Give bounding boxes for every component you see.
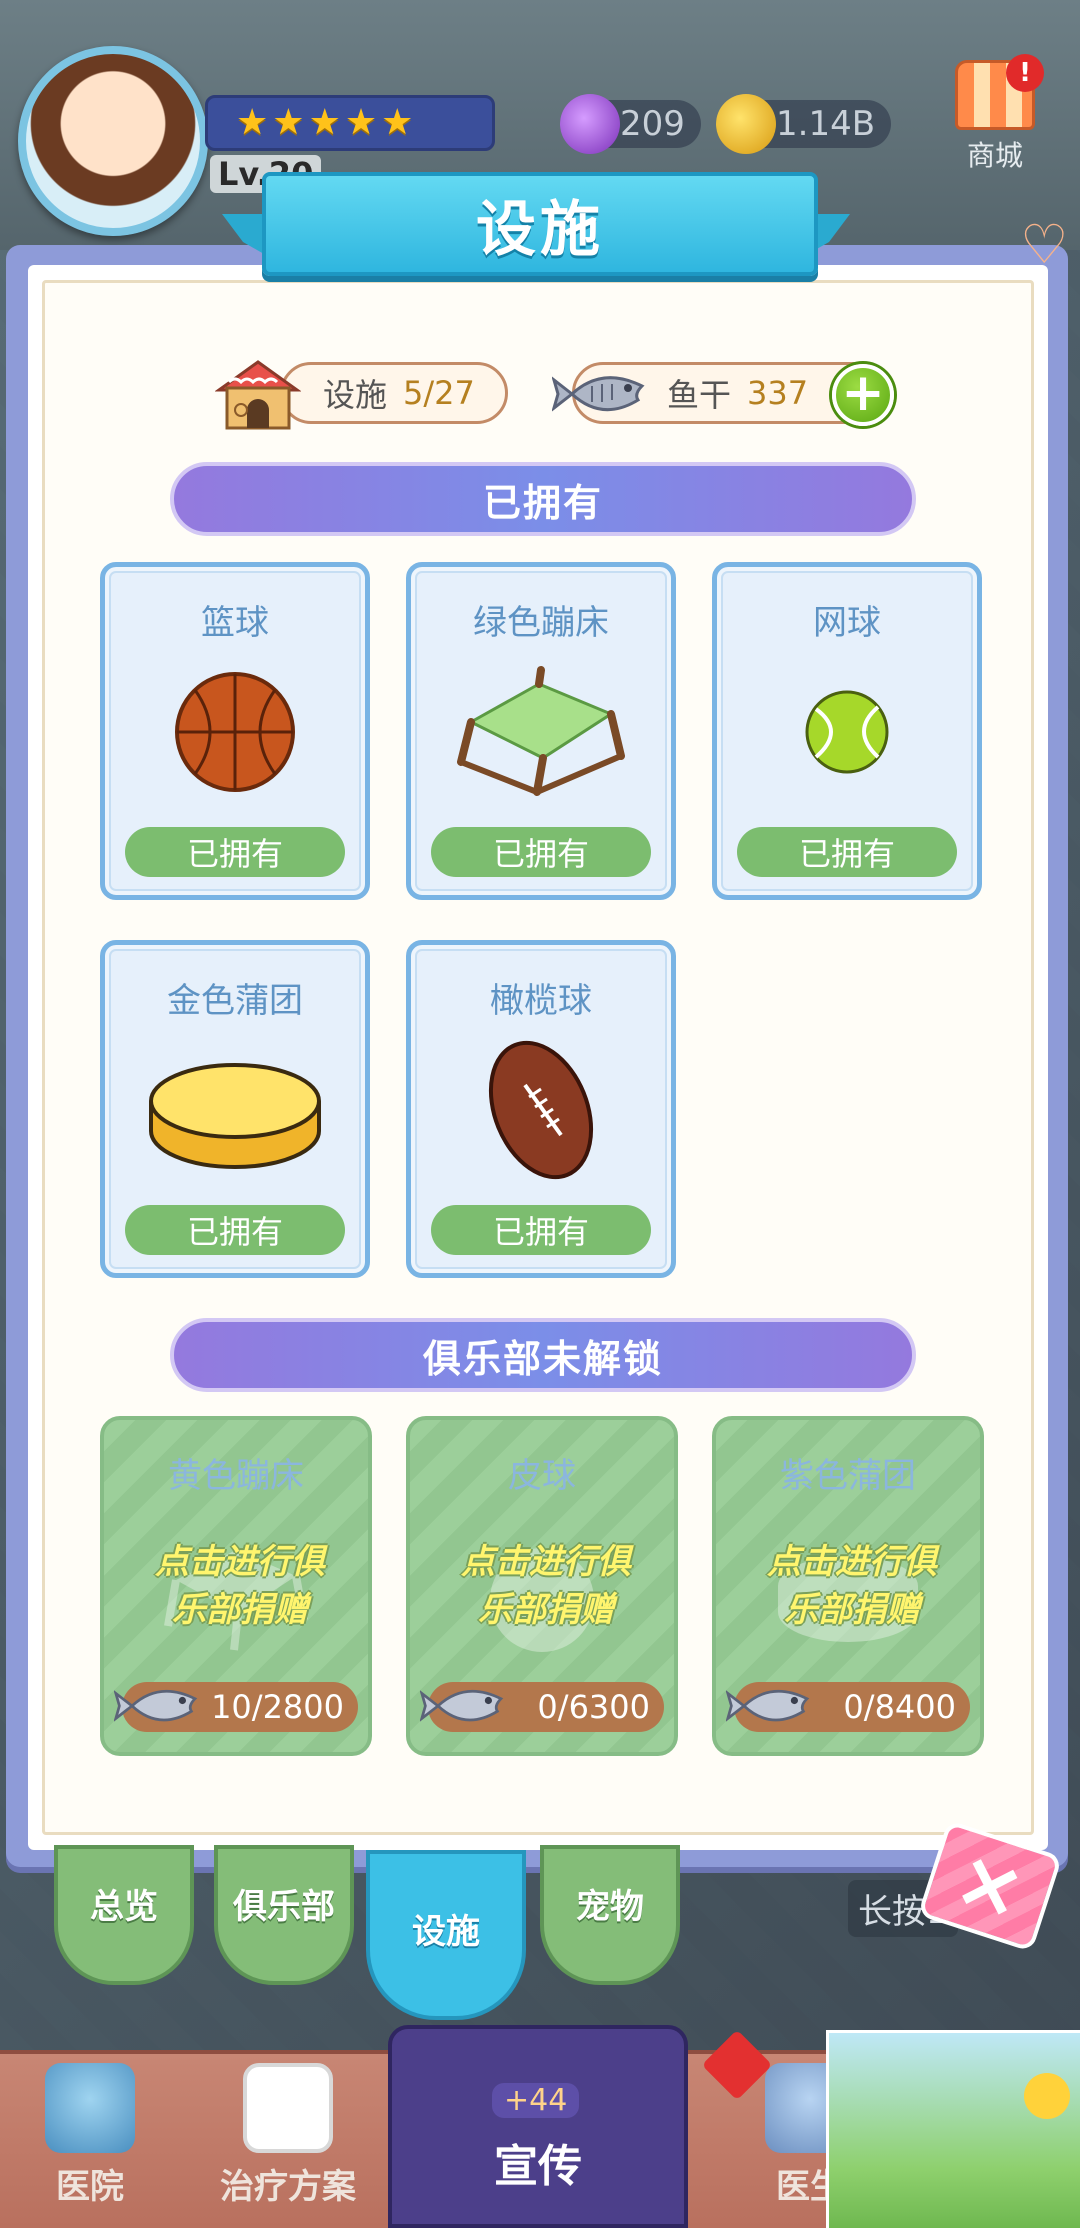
coin-counter[interactable]: 1.14B [716,94,892,154]
locked-card-leather-ball[interactable]: 皮球 点击进行俱 乐部捐赠 0/6300 [406,1416,678,1756]
shop-alert-badge: ! [1006,54,1044,92]
tennis-ball-icon [805,690,889,774]
promotion-button[interactable]: +44 宣传 [388,2025,688,2228]
heart-decoration-icon: ♡ [1020,213,1069,276]
gem-icon [560,94,620,154]
facility-name: 绿色蹦床 [473,603,609,643]
owned-section-header: 已拥有 [170,462,916,536]
tab-pets[interactable]: 宠物 [540,1845,680,1985]
nav-hospital-label: 医院 [56,2167,124,2207]
facility-card-green-trampoline[interactable]: 绿色蹦床 已拥有 [406,562,676,900]
star-rating: ★ ★ ★ ★ ★ [205,95,495,151]
donation-progress: 0/8400 [726,1682,970,1732]
tab-club[interactable]: 俱乐部 [214,1845,354,1985]
facility-name: 橄榄球 [490,981,592,1021]
facility-name: 篮球 [201,603,269,643]
star-icon: ★ [272,102,305,143]
facility-name: 金色蒲团 [167,981,303,1021]
fish-counter-label: 鱼干 [667,376,732,414]
owned-status: 已拥有 [125,1205,345,1255]
facility-counter-label: 设施 [323,376,388,414]
promotion-bonus-badge: +44 [492,2083,580,2118]
dialog-title: 设施 [476,194,604,265]
nav-treatment-label: 治疗方案 [220,2167,356,2207]
add-fish-button[interactable]: + [832,364,894,426]
sun-icon [1024,2073,1070,2119]
star-icon: ★ [308,102,341,143]
owned-status: 已拥有 [431,1205,651,1255]
facility-name: 网球 [813,603,881,643]
donation-count: 0/8400 [843,1688,956,1726]
shop-label: 商城 [966,139,1023,172]
fish-counter-value: 337 [747,374,809,412]
player-avatar[interactable] [18,46,208,236]
promotion-label: 宣传 [494,2141,582,2192]
golden-cushion-icon [149,1063,321,1169]
locked-card-purple-cushion[interactable]: 紫色蒲团 点击进行俱 乐部捐赠 0/8400 [712,1416,984,1756]
dried-fish-icon [420,1689,504,1722]
facility-name: 皮球 [508,1456,576,1496]
green-trampoline-icon [457,666,625,796]
donation-hint: 点击进行俱 乐部捐赠 [767,1542,937,1630]
gem-count: 209 [620,104,685,144]
advertisement-banner[interactable] [826,2030,1080,2228]
facility-name: 紫色蒲团 [780,1456,916,1496]
facility-card-basketball[interactable]: 篮球 已拥有 [100,562,370,900]
donation-progress: 10/2800 [114,1682,358,1732]
donation-progress: 0/6300 [420,1682,664,1732]
owned-status: 已拥有 [125,827,345,877]
dried-fish-icon [114,1689,198,1722]
nav-treatment[interactable]: 治疗方案 [198,2055,378,2225]
facility-counter: 设施 5/27 [280,362,508,424]
rugby-ball-icon [488,1040,594,1180]
tab-facilities[interactable]: 设施 [366,1850,526,2020]
nav-hospital[interactable]: 医院 [0,2055,180,2225]
facility-card-rugby-ball[interactable]: 橄榄球 已拥有 [406,940,676,1278]
donation-count: 10/2800 [211,1688,344,1726]
coin-count: 1.14B [776,104,876,144]
donation-hint: 点击进行俱 乐部捐赠 [155,1542,325,1630]
coin-icon [716,94,776,154]
locked-card-yellow-trampoline[interactable]: 黄色蹦床 点击进行俱 乐部捐赠 10/2800 [100,1416,372,1756]
owned-status: 已拥有 [431,827,651,877]
dried-fish-icon [726,1689,810,1722]
shop-button[interactable]: ! 商城 [940,54,1050,174]
facility-card-tennis-ball[interactable]: 网球 已拥有 [712,562,982,900]
facility-card-golden-cushion[interactable]: 金色蒲团 已拥有 [100,940,370,1278]
basketball-icon [175,672,295,792]
donation-hint: 点击进行俱 乐部捐赠 [461,1542,631,1630]
facility-name: 黄色蹦床 [168,1456,304,1496]
first-aid-kit-icon [243,2063,333,2153]
title-ribbon: 设施 [262,172,818,276]
tab-overview[interactable]: 总览 [54,1845,194,1985]
donation-count: 0/6300 [537,1688,650,1726]
dried-fish-icon [552,376,645,412]
star-icon: ★ [381,102,414,143]
owned-status: 已拥有 [737,827,957,877]
star-icon: ★ [236,102,269,143]
star-icon: ★ [344,102,378,143]
hospital-icon [45,2063,135,2153]
doghouse-icon [215,360,301,430]
facility-counter-value: 5/27 [403,374,475,412]
locked-section-header: 俱乐部未解锁 [170,1318,916,1392]
gem-counter[interactable]: 209 [560,94,701,154]
